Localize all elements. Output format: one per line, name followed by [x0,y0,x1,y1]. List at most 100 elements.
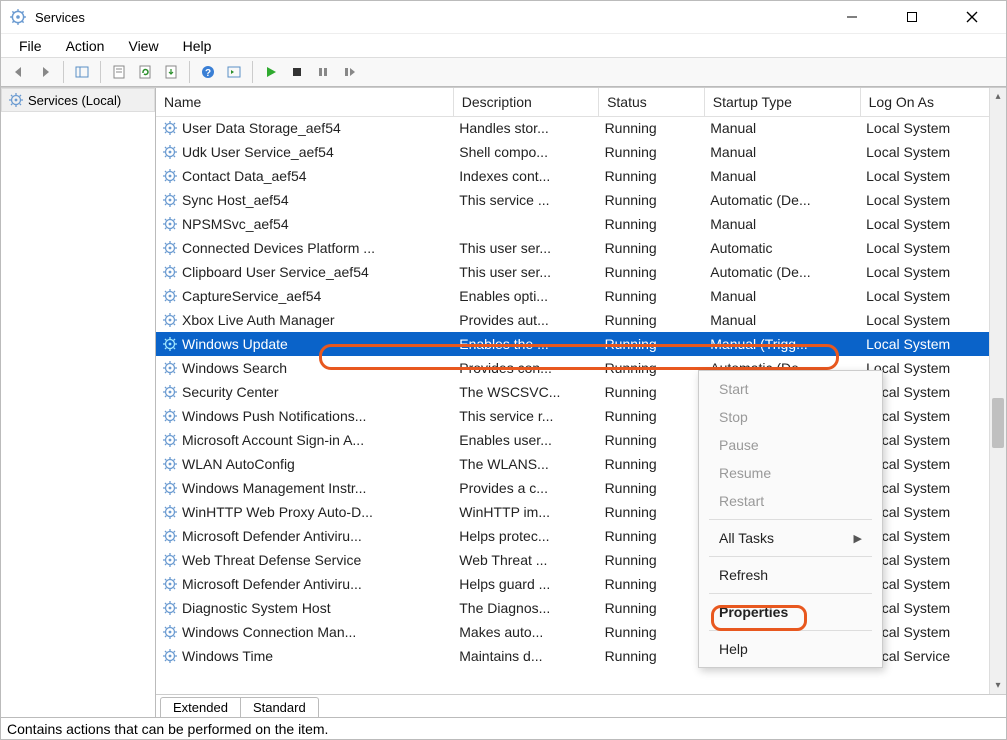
service-description [453,212,598,236]
service-startup: Manual [704,212,860,236]
service-description: Provides aut... [453,308,598,332]
gear-icon [162,624,178,640]
table-row[interactable]: Udk User Service_aef54Shell compo...Runn… [156,140,1006,164]
col-header-description[interactable]: Description [453,88,598,116]
service-logon: Local System [860,284,1005,308]
service-description: Helps guard ... [453,572,598,596]
window-title: Services [35,10,826,25]
service-status: Running [599,308,705,332]
close-button[interactable] [954,3,990,31]
service-status: Running [599,596,705,620]
service-status: Running [599,572,705,596]
table-row[interactable]: Clipboard User Service_aef54This user se… [156,260,1006,284]
service-name: Microsoft Defender Antiviru... [182,528,362,544]
context-menu: Start Stop Pause Resume Restart All Task… [698,370,883,668]
col-header-logon[interactable]: Log On As [860,88,1005,116]
service-name: Windows Update [182,336,288,352]
vertical-scrollbar[interactable]: ▴ ▾ [989,88,1006,694]
ctx-start: Start [699,375,882,403]
service-startup: Automatic (De... [704,188,860,212]
service-name: Windows Management Instr... [182,480,366,496]
stop-service-button[interactable] [285,60,309,84]
service-status: Running [599,188,705,212]
scroll-thumb[interactable] [992,398,1004,448]
menu-help[interactable]: Help [173,36,222,56]
submenu-arrow-icon: ▶ [854,532,862,545]
service-name: Web Threat Defense Service [182,552,361,568]
tree-item-services-local[interactable]: Services (Local) [1,88,155,112]
table-header-row: Name Description Status Startup Type Log… [156,88,1006,116]
ctx-separator [709,630,872,631]
start-service-button[interactable] [259,60,283,84]
service-name: Windows Push Notifications... [182,408,366,424]
tree-pane[interactable]: Services (Local) [1,88,156,717]
forward-button[interactable] [33,60,57,84]
gear-icon [162,264,178,280]
menu-view[interactable]: View [118,36,168,56]
tab-extended[interactable]: Extended [160,697,241,717]
service-description: Helps protec... [453,524,598,548]
scroll-up-arrow-icon[interactable]: ▴ [990,88,1006,105]
service-logon: Local System [860,116,1005,140]
menu-action[interactable]: Action [56,36,115,56]
tab-standard[interactable]: Standard [240,697,319,717]
help-toolbar-button[interactable]: ? [196,60,220,84]
service-name: Contact Data_aef54 [182,168,307,184]
gear-icon [8,92,24,108]
ctx-help[interactable]: Help [699,635,882,663]
ctx-all-tasks[interactable]: All Tasks ▶ [699,524,882,552]
svg-text:?: ? [205,68,211,79]
ctx-all-tasks-label: All Tasks [719,530,774,546]
service-status: Running [599,380,705,404]
table-row[interactable]: Xbox Live Auth ManagerProvides aut...Run… [156,308,1006,332]
gear-icon [162,144,178,160]
service-startup: Manual [704,116,860,140]
ctx-separator [709,556,872,557]
table-row[interactable]: CaptureService_aef54Enables opti...Runni… [156,284,1006,308]
service-description: This user ser... [453,260,598,284]
ctx-refresh[interactable]: Refresh [699,561,882,589]
table-row[interactable]: Contact Data_aef54Indexes cont...Running… [156,164,1006,188]
service-status: Running [599,236,705,260]
service-status: Running [599,140,705,164]
table-row[interactable]: Sync Host_aef54This service ...RunningAu… [156,188,1006,212]
titlebar: Services [1,1,1006,33]
table-row[interactable]: User Data Storage_aef54Handles stor...Ru… [156,116,1006,140]
table-row[interactable]: NPSMSvc_aef54RunningManualLocal System [156,212,1006,236]
col-header-startup[interactable]: Startup Type [704,88,860,116]
show-hide-action-pane-button[interactable] [222,60,246,84]
ctx-resume: Resume [699,459,882,487]
table-row[interactable]: Windows UpdateEnables the ...RunningManu… [156,332,1006,356]
service-description: Maintains d... [453,644,598,668]
maximize-button[interactable] [894,3,930,31]
service-logon: Local System [860,188,1005,212]
ctx-stop: Stop [699,403,882,431]
table-row[interactable]: Connected Devices Platform ...This user … [156,236,1006,260]
service-status: Running [599,524,705,548]
ctx-properties[interactable]: Properties [699,598,882,626]
service-status: Running [599,452,705,476]
service-description: The Diagnos... [453,596,598,620]
col-header-status[interactable]: Status [599,88,705,116]
scroll-down-arrow-icon[interactable]: ▾ [990,677,1006,694]
menubar: File Action View Help [1,33,1006,57]
ctx-separator [709,593,872,594]
service-name: Security Center [182,384,278,400]
service-status: Running [599,500,705,524]
refresh-toolbar-button[interactable] [133,60,157,84]
service-description: Handles stor... [453,116,598,140]
view-tabs: Extended Standard [156,694,1006,717]
service-description: Shell compo... [453,140,598,164]
show-hide-tree-button[interactable] [70,60,94,84]
service-name: CaptureService_aef54 [182,288,321,304]
properties-toolbar-button[interactable] [107,60,131,84]
menu-file[interactable]: File [9,36,52,56]
gear-icon [162,192,178,208]
export-list-button[interactable] [159,60,183,84]
service-status: Running [599,644,705,668]
minimize-button[interactable] [834,3,870,31]
col-header-name[interactable]: Name [156,88,453,116]
pause-service-button[interactable] [311,60,335,84]
restart-service-button[interactable] [337,60,361,84]
back-button[interactable] [7,60,31,84]
